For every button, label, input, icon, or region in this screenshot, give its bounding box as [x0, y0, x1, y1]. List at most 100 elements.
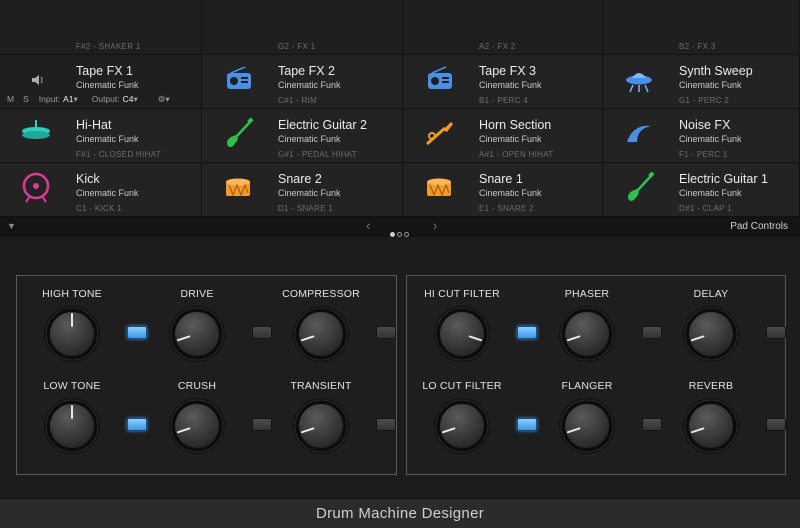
mute-button[interactable]: M — [7, 94, 14, 104]
fx-knob[interactable] — [557, 304, 617, 364]
fx-toggle-button[interactable] — [127, 326, 147, 339]
pad-name: Tape FX 2 — [278, 64, 335, 78]
fx-toggle-button[interactable] — [642, 418, 662, 431]
fx-knob[interactable] — [167, 304, 227, 364]
fx-knob[interactable] — [291, 304, 351, 364]
pad-navigation-bar: ▼ ‹ › Pad Controls — [0, 217, 800, 237]
fx-knob[interactable] — [291, 396, 351, 456]
fx-label: TRANSIENT — [290, 380, 352, 392]
pad-note: G#1 - PEDAL HIHAT — [278, 150, 357, 159]
fx-knob[interactable] — [681, 396, 741, 456]
fx-knob[interactable] — [432, 304, 492, 364]
pad-note: G1 - PERC 2 — [679, 96, 729, 105]
pad-note: B1 - PERC 4 — [479, 96, 529, 105]
pad-kit: Cinematic Funk — [76, 134, 139, 144]
pad-cell[interactable]: Tape FX 3 Cinematic Funk B1 - PERC 4 — [403, 55, 603, 109]
pad-kit: Cinematic Funk — [76, 80, 139, 90]
fx-toggle-button[interactable] — [252, 326, 272, 339]
fx-toggle-button[interactable] — [376, 418, 396, 431]
pad-cell[interactable]: Hi-Hat Cinematic Funk F#1 - CLOSED HIHAT — [0, 109, 202, 163]
fx-label: DELAY — [693, 288, 729, 300]
footer: Drum Machine Designer — [0, 498, 800, 528]
fx-toggle-button[interactable] — [642, 326, 662, 339]
output-chevron-icon[interactable]: ▾ — [134, 94, 138, 104]
pad-kit: Cinematic Funk — [679, 188, 742, 198]
pad-cell[interactable]: Synth Sweep Cinematic Funk G1 - PERC 2 — [603, 55, 800, 109]
fx-toggle-button[interactable] — [376, 326, 396, 339]
pad-top-row[interactable]: B2 - FX 3 — [603, 0, 800, 55]
pad-note: F#1 - CLOSED HIHAT — [76, 150, 161, 159]
pad-name: Electric Guitar 1 — [679, 172, 768, 186]
fx-knob[interactable] — [681, 304, 741, 364]
fx-label: COMPRESSOR — [282, 288, 360, 300]
fx-knob[interactable] — [42, 304, 102, 364]
pad-top-row[interactable]: G2 - FX 1 — [202, 0, 403, 55]
pad-name: Noise FX — [679, 118, 731, 132]
pad-top-row[interactable]: F#2 - SHAKER 1 — [0, 0, 202, 55]
snare-drum-icon — [218, 168, 258, 208]
pad-cell[interactable]: Electric Guitar 1 Cinematic Funk D#1 - CLA… — [603, 163, 800, 217]
pad-cell[interactable]: Tape FX 2 Cinematic Funk C#1 - RIM — [202, 55, 403, 109]
input-value[interactable]: A1 — [63, 94, 73, 104]
fx-control: LOW TONE — [22, 380, 147, 464]
fx-label: CRUSH — [177, 380, 217, 392]
fx-label: HIGH TONE — [42, 288, 102, 300]
prev-page-icon[interactable]: ‹ — [366, 218, 370, 233]
pad-note: A#1 - OPEN HIHAT — [479, 150, 554, 159]
pad-cell[interactable]: Snare 1 Cinematic Funk E1 - SNARE 2 — [403, 163, 603, 217]
fx-toggle-button[interactable] — [766, 418, 786, 431]
pad-name: Tape FX 1 — [76, 64, 133, 78]
wave-icon — [619, 114, 659, 154]
fx-toggle-button[interactable] — [252, 418, 272, 431]
fx-toggle-button[interactable] — [517, 326, 537, 339]
collapse-triangle-icon[interactable]: ▼ — [7, 221, 16, 231]
pad-note: B2 - FX 3 — [679, 42, 716, 51]
pad-name: Hi-Hat — [76, 118, 112, 132]
pad-cell[interactable]: Electric Guitar 2 Cinematic Funk G#1 - PED… — [202, 109, 403, 163]
fx-control: DRIVE — [147, 288, 272, 372]
fx-control: PHASER — [537, 288, 662, 372]
pad-cell[interactable]: Snare 2 Cinematic Funk D1 - SNARE 1 — [202, 163, 403, 217]
fx-knob[interactable] — [432, 396, 492, 456]
output-value[interactable]: C4 — [123, 94, 134, 104]
pad-kit: Cinematic Funk — [679, 80, 742, 90]
fx-knob[interactable] — [557, 396, 617, 456]
fx-label: PHASER — [564, 288, 610, 300]
fx-label: REVERB — [688, 380, 734, 392]
pad-note: G2 - FX 1 — [278, 42, 316, 51]
fx-label: HI CUT FILTER — [424, 288, 500, 300]
pad-cell[interactable]: Tape FX 1 Cinematic Funk M S Input: A1▾ Output… — [0, 55, 202, 122]
pad-name: Snare 2 — [278, 172, 322, 186]
fx-knob[interactable] — [42, 396, 102, 456]
output-label: Output: — [91, 94, 120, 104]
pad-cell[interactable]: Kick Cinematic Funk C1 - KICK 1 — [0, 163, 202, 217]
gear-icon[interactable]: ⚙▾ — [158, 94, 170, 104]
input-chevron-icon[interactable]: ▾ — [73, 94, 77, 104]
pad-routing-bar: M S Input: A1▾ Output: C4▾ ⚙▾ — [7, 94, 170, 105]
fx-knob[interactable] — [167, 396, 227, 456]
pad-kit: Cinematic Funk — [479, 188, 542, 198]
fx-toggle-button[interactable] — [766, 326, 786, 339]
pad-grid: F#2 - SHAKER 1 G2 - FX 1 A2 - FX 2 B2 - FX … — [0, 0, 800, 217]
pad-note: F1 - PERC 1 — [679, 150, 728, 159]
next-page-icon[interactable]: › — [433, 218, 437, 233]
pad-controls-label[interactable]: Pad Controls — [730, 221, 788, 232]
fx-control: TRANSIENT — [271, 380, 396, 464]
fx-toggle-button[interactable] — [127, 418, 147, 431]
snare-drum-icon — [419, 168, 459, 208]
fx-control: COMPRESSOR — [271, 288, 396, 372]
solo-button[interactable]: S — [23, 94, 29, 104]
pad-kit: Cinematic Funk — [76, 188, 139, 198]
guitar-icon — [619, 168, 659, 208]
ufo-icon — [619, 60, 659, 100]
pad-cell[interactable]: Horn Section Cinematic Funk A#1 - OPEN HIH… — [403, 109, 603, 163]
pad-name: Synth Sweep — [679, 64, 753, 78]
pad-name: Kick — [76, 172, 100, 186]
pad-cell[interactable]: Noise FX Cinematic Funk F1 - PERC 1 — [603, 109, 800, 163]
hihat-icon — [16, 114, 56, 154]
pad-top-row[interactable]: A2 - FX 2 — [403, 0, 603, 55]
fx-toggle-button[interactable] — [517, 418, 537, 431]
pad-note: E1 - SNARE 2 — [479, 204, 534, 213]
fx-control: HIGH TONE — [22, 288, 147, 372]
fx-label: LO CUT FILTER — [422, 380, 502, 392]
